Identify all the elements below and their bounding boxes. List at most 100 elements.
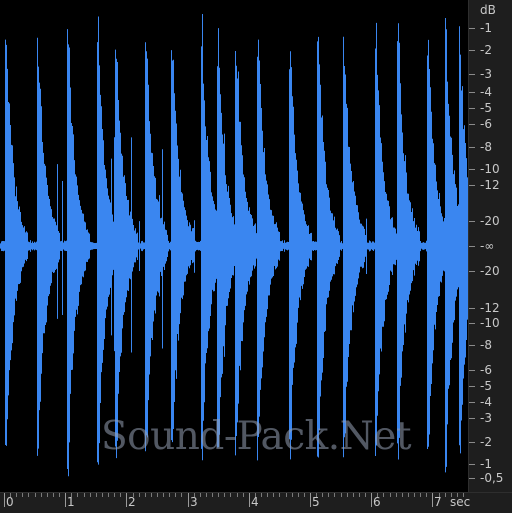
time-tick	[273, 493, 274, 497]
time-tick	[286, 493, 287, 497]
time-unit-label: sec	[450, 495, 471, 509]
time-tick	[90, 493, 91, 497]
db-tick	[469, 124, 475, 125]
db-label: -20	[480, 264, 500, 278]
time-tick	[267, 493, 268, 497]
time-tick	[402, 493, 403, 497]
time-tick	[322, 493, 323, 497]
db-label: -12	[480, 301, 500, 315]
db-tick	[469, 185, 475, 186]
db-label: -2	[480, 435, 492, 449]
time-tick	[212, 493, 213, 497]
time-tick	[237, 493, 238, 497]
db-label: -0,5	[480, 471, 504, 485]
time-tick	[77, 493, 78, 497]
db-tick	[469, 442, 475, 443]
time-tick	[157, 493, 158, 497]
time-tick	[188, 493, 189, 507]
time-label: 4	[251, 495, 259, 509]
time-tick	[114, 493, 115, 497]
time-tick	[432, 493, 433, 507]
time-tick	[16, 493, 17, 497]
waveform-display[interactable]	[0, 0, 468, 492]
db-tick	[469, 308, 475, 309]
db-tick	[469, 169, 475, 170]
time-tick	[298, 493, 299, 497]
time-tick	[353, 493, 354, 497]
db-tick	[469, 108, 475, 109]
time-tick	[102, 493, 103, 497]
time-label: 5	[312, 495, 320, 509]
db-tick	[469, 370, 475, 371]
db-tick	[469, 386, 475, 387]
time-tick	[359, 493, 360, 497]
time-tick	[261, 493, 262, 497]
time-tick	[230, 493, 231, 497]
db-tick	[469, 464, 475, 465]
time-tick	[96, 493, 97, 497]
time-tick	[451, 493, 452, 497]
time-tick	[126, 493, 127, 507]
time-tick	[334, 493, 335, 497]
waveform-graphic	[0, 14, 468, 477]
time-label: 6	[373, 495, 381, 509]
time-tick	[151, 493, 152, 497]
time-tick	[396, 493, 397, 497]
time-tick	[163, 493, 164, 497]
db-label: -10	[480, 162, 500, 176]
time-tick	[84, 493, 85, 497]
db-tick	[469, 345, 475, 346]
db-label: -3	[480, 67, 492, 81]
db-label: -6	[480, 363, 492, 377]
time-tick	[175, 493, 176, 497]
time-tick	[457, 493, 458, 497]
time-tick	[200, 493, 201, 497]
db-ruler: dB -1 -2 -3 -4 -5 -6 -8 -10 -12 -20 -∞ -20 -12 -10 -8-…	[468, 0, 512, 492]
time-tick	[243, 493, 244, 497]
time-tick	[169, 493, 170, 497]
time-tick	[47, 493, 48, 497]
db-tick	[469, 323, 475, 324]
time-tick	[59, 493, 60, 497]
db-unit-label: dB	[480, 3, 496, 17]
db-label: -1	[480, 457, 492, 471]
time-tick	[108, 493, 109, 497]
time-label: 1	[67, 495, 75, 509]
time-tick	[53, 493, 54, 497]
db-label: -6	[480, 117, 492, 131]
time-tick	[426, 493, 427, 497]
time-tick	[304, 493, 305, 497]
time-tick	[35, 493, 36, 497]
time-tick	[420, 493, 421, 497]
db-label: -4	[480, 395, 492, 409]
db-label: -8	[480, 140, 492, 154]
time-tick	[145, 493, 146, 497]
time-tick	[65, 493, 66, 507]
time-tick	[41, 493, 42, 497]
db-tick	[469, 74, 475, 75]
time-tick	[383, 493, 384, 497]
time-tick	[310, 493, 311, 507]
db-tick	[469, 221, 475, 222]
time-tick	[328, 493, 329, 497]
db-tick	[469, 402, 475, 403]
time-tick	[4, 493, 5, 507]
time-tick	[224, 493, 225, 497]
db-label: -10	[480, 316, 500, 330]
db-label: -12	[480, 178, 500, 192]
time-tick	[463, 493, 464, 497]
db-tick	[469, 418, 475, 419]
time-tick	[139, 493, 140, 497]
db-label: -5	[480, 379, 492, 393]
time-tick	[120, 493, 121, 497]
time-tick	[249, 493, 250, 507]
time-tick	[206, 493, 207, 497]
db-tick	[469, 92, 475, 93]
db-label: -2	[480, 43, 492, 57]
db-tick	[469, 147, 475, 148]
time-tick	[365, 493, 366, 497]
time-label: 0	[6, 495, 14, 509]
time-tick	[341, 493, 342, 497]
time-tick	[181, 493, 182, 497]
db-tick	[469, 271, 475, 272]
